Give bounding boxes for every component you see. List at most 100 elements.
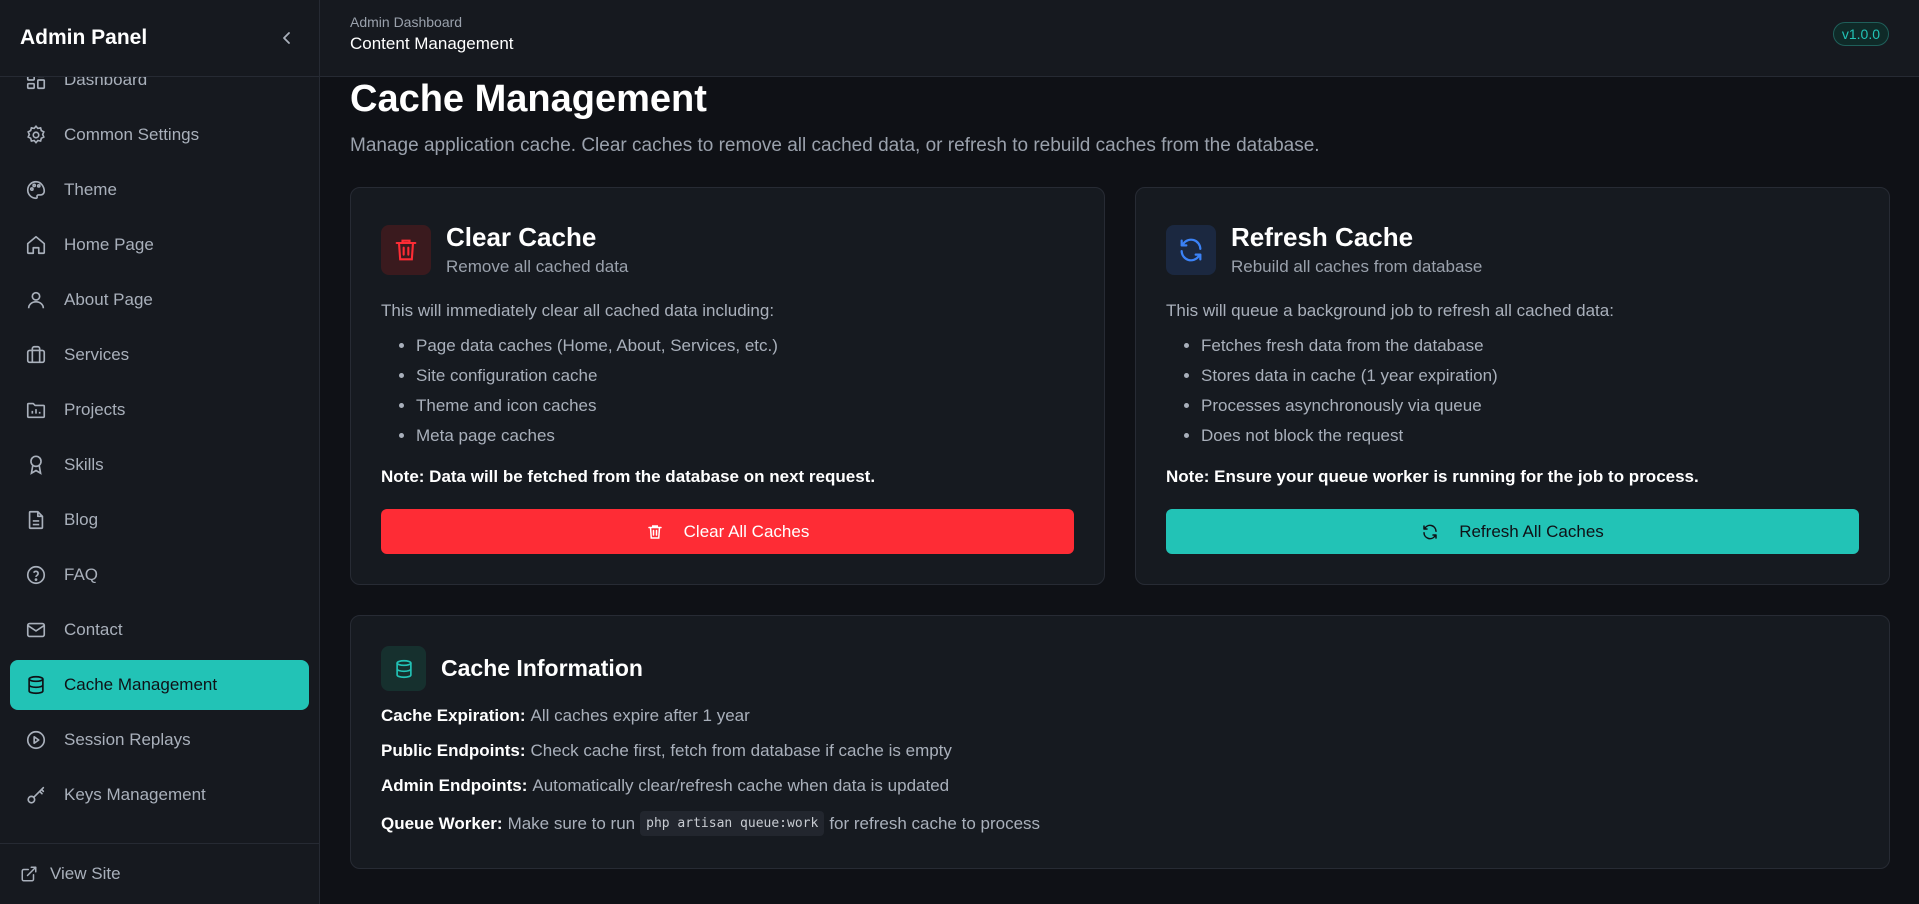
- refresh-icon: [1421, 523, 1439, 541]
- card-title: Refresh Cache: [1231, 222, 1414, 252]
- card-note: Note: Data will be fetched from the data…: [381, 467, 876, 486]
- dashboard-icon: [24, 77, 48, 92]
- play-circle-icon: [24, 728, 48, 752]
- sidebar-item-label: Skills: [64, 455, 104, 474]
- view-site-link[interactable]: View Site: [0, 843, 319, 904]
- list-item: Stores data in cache (1 year expiration): [1201, 361, 1859, 391]
- info-row: Cache Expiration: All caches expire afte…: [381, 706, 1859, 726]
- info-text: Automatically clear/refresh cache when d…: [532, 776, 950, 795]
- chevron-left-icon: [283, 32, 290, 44]
- info-label: Queue Worker:: [381, 813, 503, 833]
- sidebar-item-label: Common Settings: [64, 125, 200, 144]
- list-item: Theme and icon caches: [416, 391, 1074, 421]
- sidebar: Admin Panel Dashboard Common Settings Th…: [0, 0, 320, 904]
- refresh-icon: [1166, 224, 1216, 275]
- sidebar-item-services[interactable]: Services: [10, 330, 309, 380]
- gear-icon: [24, 123, 48, 147]
- card-intro: This will queue a background job to refr…: [1166, 301, 1614, 320]
- top-bar: Admin Dashboard Content Management v1.0.…: [320, 0, 1919, 77]
- database-icon: [381, 646, 426, 691]
- info-text: Make sure to run: [507, 813, 636, 833]
- list-item: Does not block the request: [1201, 421, 1859, 451]
- collapse-sidebar-button[interactable]: [275, 26, 299, 50]
- card-list: Fetches fresh data from the database Sto…: [1166, 331, 1859, 451]
- sidebar-item-common-settings[interactable]: Common Settings: [10, 110, 309, 160]
- app-title: Admin Panel: [20, 26, 148, 49]
- trash-icon: [646, 523, 664, 541]
- sidebar-item-label: About Page: [64, 290, 153, 309]
- card-subtitle: Remove all cached data: [446, 257, 629, 276]
- user-icon: [24, 288, 48, 312]
- external-link-icon: [20, 864, 40, 884]
- refresh-cache-card: Refresh Cache Rebuild all caches from da…: [1135, 187, 1890, 585]
- sidebar-item-session-replays[interactable]: Session Replays: [10, 715, 309, 765]
- sidebar-item-label: Contact: [64, 620, 123, 639]
- cache-actions: Clear Cache Remove all cached data This …: [350, 187, 1890, 585]
- sidebar-item-label: Services: [64, 345, 130, 364]
- info-label: Public Endpoints:: [381, 741, 526, 760]
- sidebar-item-label: Keys Management: [64, 785, 206, 804]
- sidebar-item-faq[interactable]: FAQ: [10, 550, 309, 600]
- sidebar-item-theme[interactable]: Theme: [10, 165, 309, 215]
- database-icon: [24, 673, 48, 697]
- sidebar-item-home-page[interactable]: Home Page: [10, 220, 309, 270]
- card-note: Note: Ensure your queue worker is runnin…: [1166, 467, 1699, 486]
- info-text: for refresh cache to process: [829, 813, 1041, 833]
- list-item: Fetches fresh data from the database: [1201, 331, 1859, 361]
- trash-icon: [381, 224, 431, 275]
- card-header: Refresh Cache Rebuild all caches from da…: [1166, 222, 1859, 277]
- cache-information-card: Cache Information Cache Expiration: All …: [350, 615, 1890, 869]
- clear-all-caches-button[interactable]: Clear All Caches: [381, 509, 1074, 554]
- version-badge: v1.0.0: [1832, 22, 1889, 46]
- sidebar-item-contact[interactable]: Contact: [10, 605, 309, 655]
- briefcase-icon: [24, 343, 48, 367]
- folder-icon: [24, 398, 48, 422]
- sidebar-item-skills[interactable]: Skills: [10, 440, 309, 490]
- refresh-all-caches-button[interactable]: Refresh All Caches: [1166, 509, 1859, 554]
- breadcrumb-current: Content Management: [350, 34, 514, 53]
- sidebar-item-label: Cache Management: [64, 675, 218, 694]
- page-title: Cache Management: [350, 78, 707, 120]
- info-row: Admin Endpoints: Automatically clear/ref…: [381, 776, 1859, 796]
- view-site-label: View Site: [50, 864, 121, 883]
- key-icon: [24, 783, 48, 807]
- list-item: Site configuration cache: [416, 361, 1074, 391]
- sidebar-item-label: Session Replays: [64, 730, 191, 749]
- sidebar-header: Admin Panel: [0, 0, 319, 77]
- info-label: Admin Endpoints:: [381, 776, 528, 795]
- card-subtitle: Rebuild all caches from database: [1231, 257, 1483, 276]
- command-code: php artisan queue:work: [640, 811, 825, 836]
- sidebar-item-label: Theme: [64, 180, 117, 199]
- main-content: Cache Management Manage application cach…: [350, 77, 1890, 869]
- clear-cache-card: Clear Cache Remove all cached data This …: [350, 187, 1105, 585]
- home-icon: [24, 233, 48, 257]
- breadcrumb-parent: Admin Dashboard: [350, 14, 463, 30]
- card-list: Page data caches (Home, About, Services,…: [381, 331, 1074, 451]
- help-circle-icon: [24, 563, 48, 587]
- info-label: Cache Expiration:: [381, 706, 526, 725]
- page-subtitle: Manage application cache. Clear caches t…: [350, 135, 1320, 156]
- info-row: Queue Worker: Make sure to run php artis…: [381, 811, 1859, 836]
- button-label: Clear All Caches: [683, 521, 810, 541]
- list-item: Processes asynchronously via queue: [1201, 391, 1859, 421]
- sidebar-item-projects[interactable]: Projects: [10, 385, 309, 435]
- award-icon: [24, 453, 48, 477]
- sidebar-item-about-page[interactable]: About Page: [10, 275, 309, 325]
- sidebar-item-cache-management[interactable]: Cache Management: [10, 660, 309, 710]
- button-label: Refresh All Caches: [1459, 521, 1604, 541]
- sidebar-item-label: Dashboard: [64, 77, 148, 89]
- info-text: Check cache first, fetch from database i…: [530, 741, 952, 760]
- list-item: Page data caches (Home, About, Services,…: [416, 331, 1074, 361]
- sidebar-item-label: Projects: [64, 400, 126, 419]
- info-text: All caches expire after 1 year: [530, 706, 750, 725]
- info-row: Public Endpoints: Check cache first, fet…: [381, 741, 1859, 761]
- sidebar-item-keys-management[interactable]: Keys Management: [10, 770, 309, 820]
- card-title: Cache Information: [441, 655, 643, 681]
- document-icon: [24, 508, 48, 532]
- sidebar-item-dashboard[interactable]: Dashboard: [10, 77, 309, 105]
- list-item: Meta page caches: [416, 421, 1074, 451]
- palette-icon: [24, 178, 48, 202]
- sidebar-item-label: FAQ: [64, 565, 99, 584]
- card-header: Cache Information: [381, 646, 1859, 691]
- sidebar-item-blog[interactable]: Blog: [10, 495, 309, 545]
